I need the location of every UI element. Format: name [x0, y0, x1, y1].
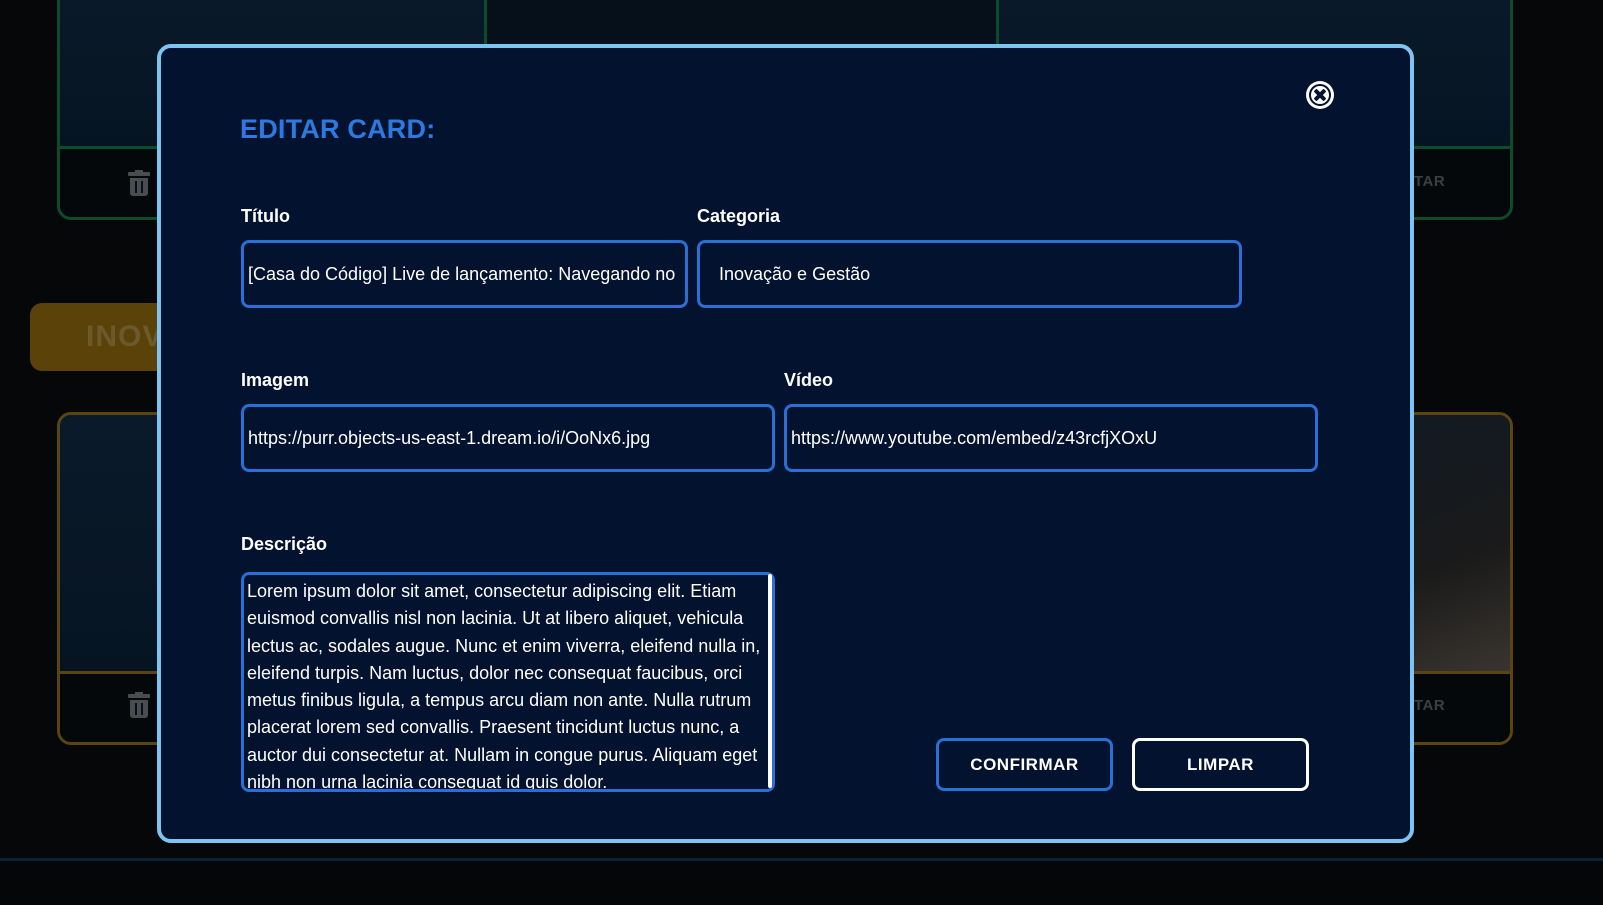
trash-icon[interactable]	[128, 170, 150, 196]
description-textarea[interactable]: Lorem ipsum dolor sit amet, consectetur …	[241, 572, 775, 792]
footer-bar	[0, 858, 1603, 905]
category-select-value: Inovação e Gestão	[719, 264, 871, 284]
title-label: Título	[241, 206, 290, 226]
edit-button[interactable]: TAR	[1414, 697, 1445, 714]
edit-button[interactable]: TAR	[1414, 173, 1445, 190]
edit-card-modal: EDITAR CARD: Título Categoria Inovação e…	[157, 44, 1414, 843]
image-label: Imagem	[241, 370, 310, 390]
confirm-button[interactable]: CONFIRMAR	[936, 738, 1113, 791]
image-url-input[interactable]	[241, 404, 775, 472]
trash-icon[interactable]	[128, 692, 150, 718]
clear-button[interactable]: LIMPAR	[1132, 738, 1309, 791]
title-input[interactable]	[241, 240, 688, 308]
description-label: Descrição	[241, 534, 328, 554]
video-label: Vídeo	[784, 370, 834, 390]
page: TAR INOV TAR EDITAR CARD: Título Categor…	[0, 0, 1603, 905]
category-select[interactable]: Inovação e Gestão	[697, 240, 1242, 308]
description-scrollbar[interactable]	[768, 574, 772, 788]
category-label: Categoria	[697, 206, 781, 226]
modal-title: EDITAR CARD:	[240, 114, 436, 144]
video-url-input[interactable]	[784, 404, 1318, 472]
close-circle-icon[interactable]	[1306, 81, 1334, 109]
